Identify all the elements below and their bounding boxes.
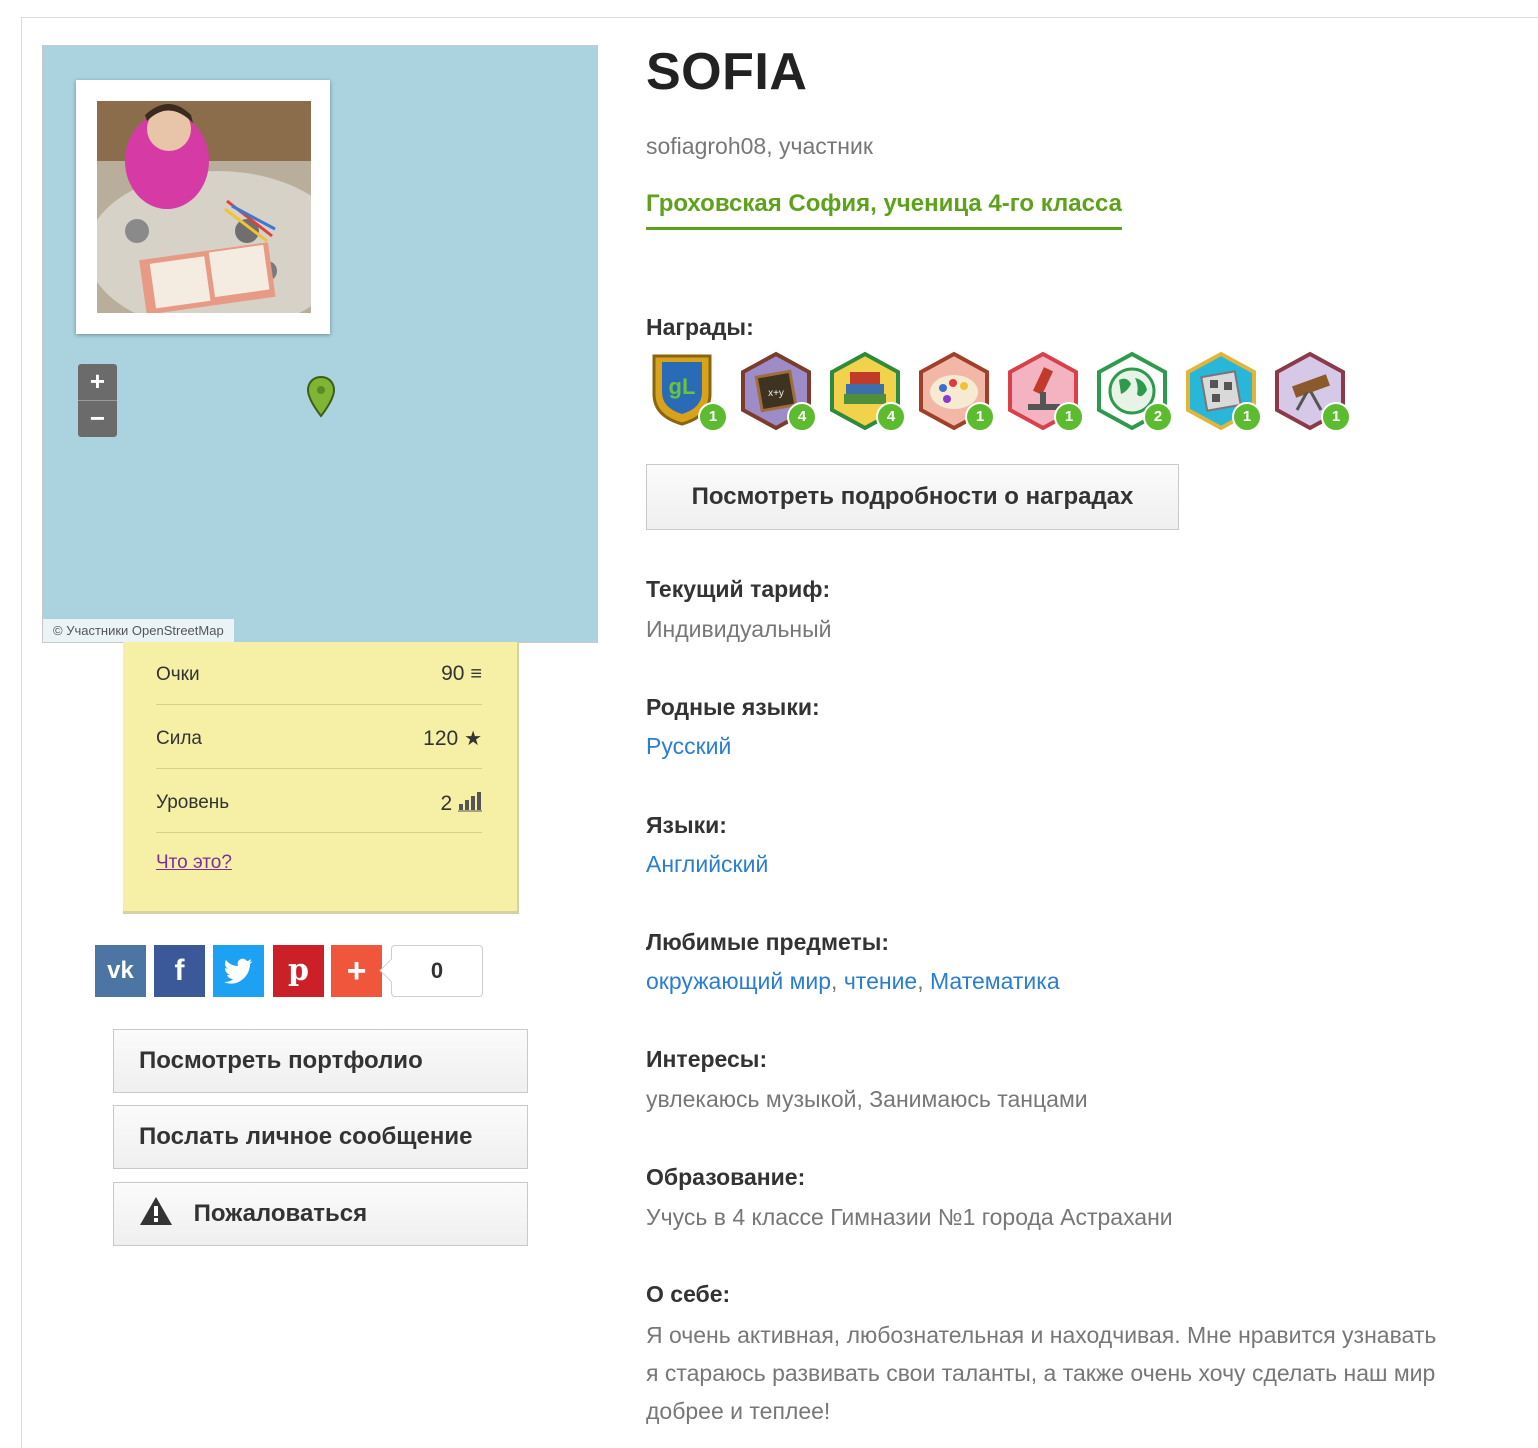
facebook-share-button[interactable]: f	[154, 945, 205, 997]
svg-text:x+y: x+y	[768, 388, 784, 399]
zoom-in-button[interactable]: +	[78, 364, 117, 401]
map-attribution[interactable]: © Участники OpenStreetMap	[43, 619, 234, 642]
tariff-label: Текущий тариф:	[646, 576, 831, 602]
stats-panel: Очки 90 ≡ Сила 120 ★ Уровень 2 Что это?	[123, 642, 519, 914]
level-bars-icon	[458, 792, 482, 815]
svg-text:gL: gL	[669, 374, 696, 399]
award-count: 1	[1232, 402, 1262, 432]
report-label: Пожаловаться	[193, 1200, 368, 1227]
award-badge[interactable]: gL 1	[646, 350, 728, 432]
award-count: 1	[965, 402, 995, 432]
interests-value: увлекаюсь музыкой, Занимаюсь танцами	[646, 1086, 1088, 1112]
award-count: 2	[1143, 402, 1173, 432]
location-map[interactable]: + − © Участники OpenStreetMap	[42, 45, 598, 643]
award-badge[interactable]: 1	[1180, 350, 1262, 432]
language-link[interactable]: Английский	[646, 851, 768, 877]
avatar[interactable]	[97, 101, 311, 313]
award-badge[interactable]: 1	[913, 350, 995, 432]
profile-name: SOFIA	[646, 43, 808, 101]
languages-label: Языки:	[646, 812, 727, 838]
stat-value: 120	[423, 727, 459, 750]
vk-icon: vk	[107, 957, 134, 984]
warning-icon	[139, 1197, 194, 1227]
full-name-title: Гроховская София, ученица 4-го класса	[646, 190, 1122, 230]
awards-label: Награды:	[646, 314, 754, 340]
coins-icon: ≡	[470, 663, 482, 685]
award-badge[interactable]: 1	[1002, 350, 1084, 432]
plus-icon: +	[346, 952, 367, 990]
twitter-share-button[interactable]	[213, 945, 264, 997]
award-badge[interactable]: x+y 4	[735, 350, 817, 432]
award-count: 4	[876, 402, 906, 432]
stat-value: 2	[440, 792, 453, 815]
about-line: Я очень активная, любознательная и наход…	[646, 1322, 1437, 1348]
subject-link[interactable]: Математика	[930, 968, 1060, 994]
stat-label: Сила	[156, 728, 202, 749]
pinterest-share-button[interactable]: p	[273, 945, 324, 997]
native-language-link[interactable]: Русский	[646, 733, 731, 759]
stat-label: Очки	[156, 664, 200, 685]
favorite-subjects-list: окружающий мир, чтение, Математика	[646, 968, 1060, 994]
username-role: sofiagroh08, участник	[646, 133, 873, 159]
avatar-frame	[76, 80, 330, 334]
favorite-subjects-label: Любимые предметы:	[646, 929, 890, 955]
about-line: добрее и теплее!	[646, 1398, 831, 1424]
about-line: я стараюсь развивать свои таланты, а так…	[646, 1360, 1436, 1386]
zoom-out-button[interactable]: −	[78, 401, 117, 437]
what-is-this-link[interactable]: Что это?	[156, 852, 232, 874]
stat-value: 90	[441, 662, 465, 685]
award-count: 1	[1054, 402, 1084, 432]
report-button[interactable]: Пожаловаться	[113, 1182, 528, 1246]
vk-share-button[interactable]: vk	[95, 945, 146, 997]
about-text: Я очень активная, любознательная и наход…	[646, 1316, 1538, 1430]
share-counter: 0	[391, 945, 483, 997]
native-languages-label: Родные языки:	[646, 694, 820, 720]
subject-link[interactable]: окружающий мир	[646, 968, 831, 994]
education-value: Учусь в 4 классе Гимназии №1 города Астр…	[646, 1204, 1173, 1230]
send-message-button[interactable]: Послать личное сообщение	[113, 1105, 528, 1169]
education-label: Образование:	[646, 1164, 806, 1190]
tariff-value: Индивидуальный	[646, 616, 832, 642]
stat-power: Сила 120 ★	[156, 706, 482, 769]
stat-points: Очки 90 ≡	[156, 642, 482, 705]
award-badge[interactable]: 4	[824, 350, 906, 432]
award-count: 4	[787, 402, 817, 432]
stat-level: Уровень 2	[156, 770, 482, 833]
view-portfolio-button[interactable]: Посмотреть портфолио	[113, 1029, 528, 1093]
more-share-button[interactable]: +	[331, 945, 382, 997]
award-badge[interactable]: 1	[1269, 350, 1351, 432]
star-icon: ★	[464, 728, 482, 750]
subject-link[interactable]: чтение	[844, 968, 917, 994]
pinterest-icon: p	[288, 953, 309, 988]
award-badge[interactable]: 2	[1091, 350, 1173, 432]
twitter-icon	[223, 954, 254, 987]
stat-label: Уровень	[156, 792, 230, 813]
about-label: О себе:	[646, 1281, 731, 1307]
facebook-icon: f	[174, 954, 185, 987]
interests-label: Интересы:	[646, 1046, 768, 1072]
award-count: 1	[698, 402, 728, 432]
map-pin-icon[interactable]	[306, 375, 336, 423]
award-details-button[interactable]: Посмотреть подробности о наградах	[646, 464, 1179, 530]
map-zoom-control: + −	[78, 364, 117, 437]
award-count: 1	[1321, 402, 1351, 432]
